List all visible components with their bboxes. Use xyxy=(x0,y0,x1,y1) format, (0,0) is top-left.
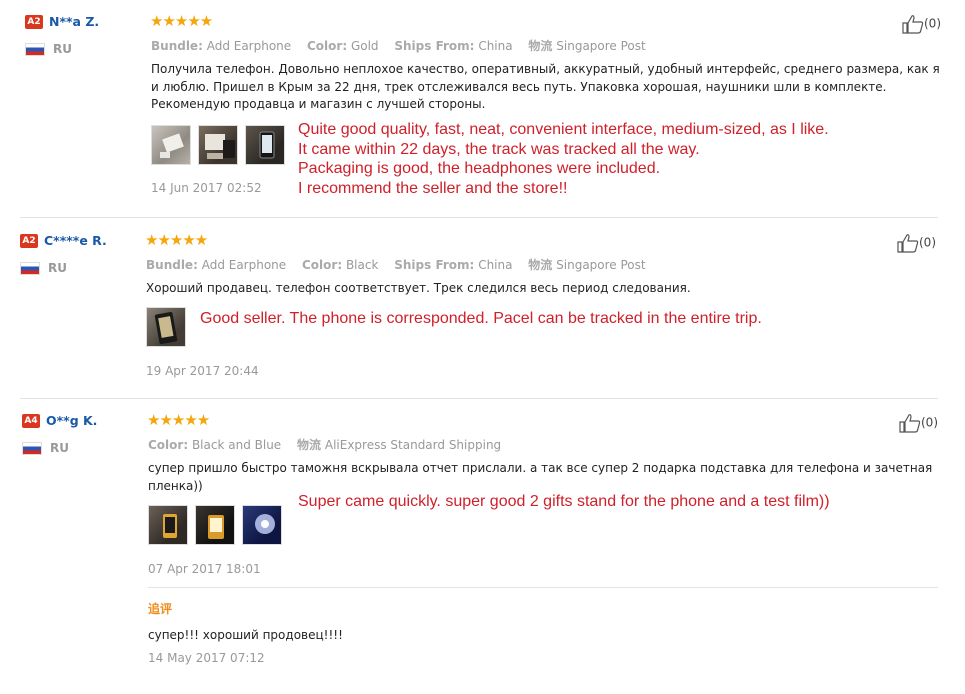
rating-stars: ★★★★★ xyxy=(150,12,213,30)
review-text: Получила телефон. Довольно неплохое каче… xyxy=(151,62,940,111)
reviewer-name[interactable]: C****e R. xyxy=(44,233,107,248)
helpful-button[interactable]: (0) xyxy=(902,14,941,34)
reviewer: A2 N**a Z. xyxy=(25,14,99,29)
russia-flag-icon xyxy=(22,442,42,455)
thumbs-up-icon xyxy=(899,414,921,433)
helpful-button[interactable]: (0) xyxy=(897,233,936,253)
review-photo[interactable] xyxy=(198,125,238,165)
review-date: 07 Apr 2017 18:01 xyxy=(148,562,261,576)
review-photo[interactable] xyxy=(148,505,188,545)
followup-text: супер!!! хороший продовец!!!! xyxy=(148,628,343,642)
helpful-button[interactable]: (0) xyxy=(899,413,938,433)
order-info: Bundle: Add Earphone Color: Black Ships … xyxy=(146,258,646,272)
divider xyxy=(148,587,938,588)
order-info: Color: Black and Blue 物流 AliExpress Stan… xyxy=(148,438,502,452)
russia-flag-icon xyxy=(25,43,45,56)
level-badge: A2 xyxy=(20,233,38,248)
review-2: A2 C****e R. RU ★★★★★ Bundle: Add Earphon… xyxy=(0,219,965,399)
reviewer-country: RU xyxy=(22,441,69,455)
followup-label: 追评 xyxy=(148,602,173,616)
review-photo[interactable] xyxy=(242,505,282,545)
translation-text: Good seller. The phone is corresponded. … xyxy=(200,310,762,327)
reviewer-name[interactable]: N**a Z. xyxy=(49,14,99,29)
order-info: Bundle: Add Earphone Color: Gold Ships F… xyxy=(151,39,646,53)
followup-date: 14 May 2017 07:12 xyxy=(148,651,265,665)
review-photo[interactable] xyxy=(245,125,285,165)
review-photo[interactable] xyxy=(151,125,191,165)
review-photo[interactable] xyxy=(195,505,235,545)
review-1: A2 N**a Z. RU ★★★★★ Bundle: Add Earphone … xyxy=(0,0,965,218)
divider xyxy=(20,217,938,218)
level-badge: A2 xyxy=(25,14,43,29)
reviewer: A4 O**g K. xyxy=(22,413,97,428)
rating-stars: ★★★★★ xyxy=(147,411,210,429)
review-date: 14 Jun 2017 02:52 xyxy=(151,181,262,195)
review-text: супер пришло быстро таможня вскрывала от… xyxy=(148,461,933,493)
reviewer-country: RU xyxy=(20,261,67,275)
thumbs-up-icon xyxy=(902,15,924,34)
review-photo[interactable] xyxy=(146,307,186,347)
reviewer-name[interactable]: O**g K. xyxy=(46,413,97,428)
translation-text: Super came quickly. super good 2 gifts s… xyxy=(298,493,830,510)
level-badge: A4 xyxy=(22,413,40,428)
review-date: 19 Apr 2017 20:44 xyxy=(146,364,259,378)
review-3: A4 O**g K. RU ★★★★★ Color: Black and Blue… xyxy=(0,399,965,694)
thumbs-up-icon xyxy=(897,234,919,253)
rating-stars: ★★★★★ xyxy=(145,231,208,249)
russia-flag-icon xyxy=(20,262,40,275)
reviewer-country: RU xyxy=(25,42,72,56)
reviewer: A2 C****e R. xyxy=(20,233,107,248)
translation-text: Quite good quality, fast, neat, convenie… xyxy=(298,121,829,197)
review-text: Хороший продавец. телефон соответствует.… xyxy=(146,281,691,295)
